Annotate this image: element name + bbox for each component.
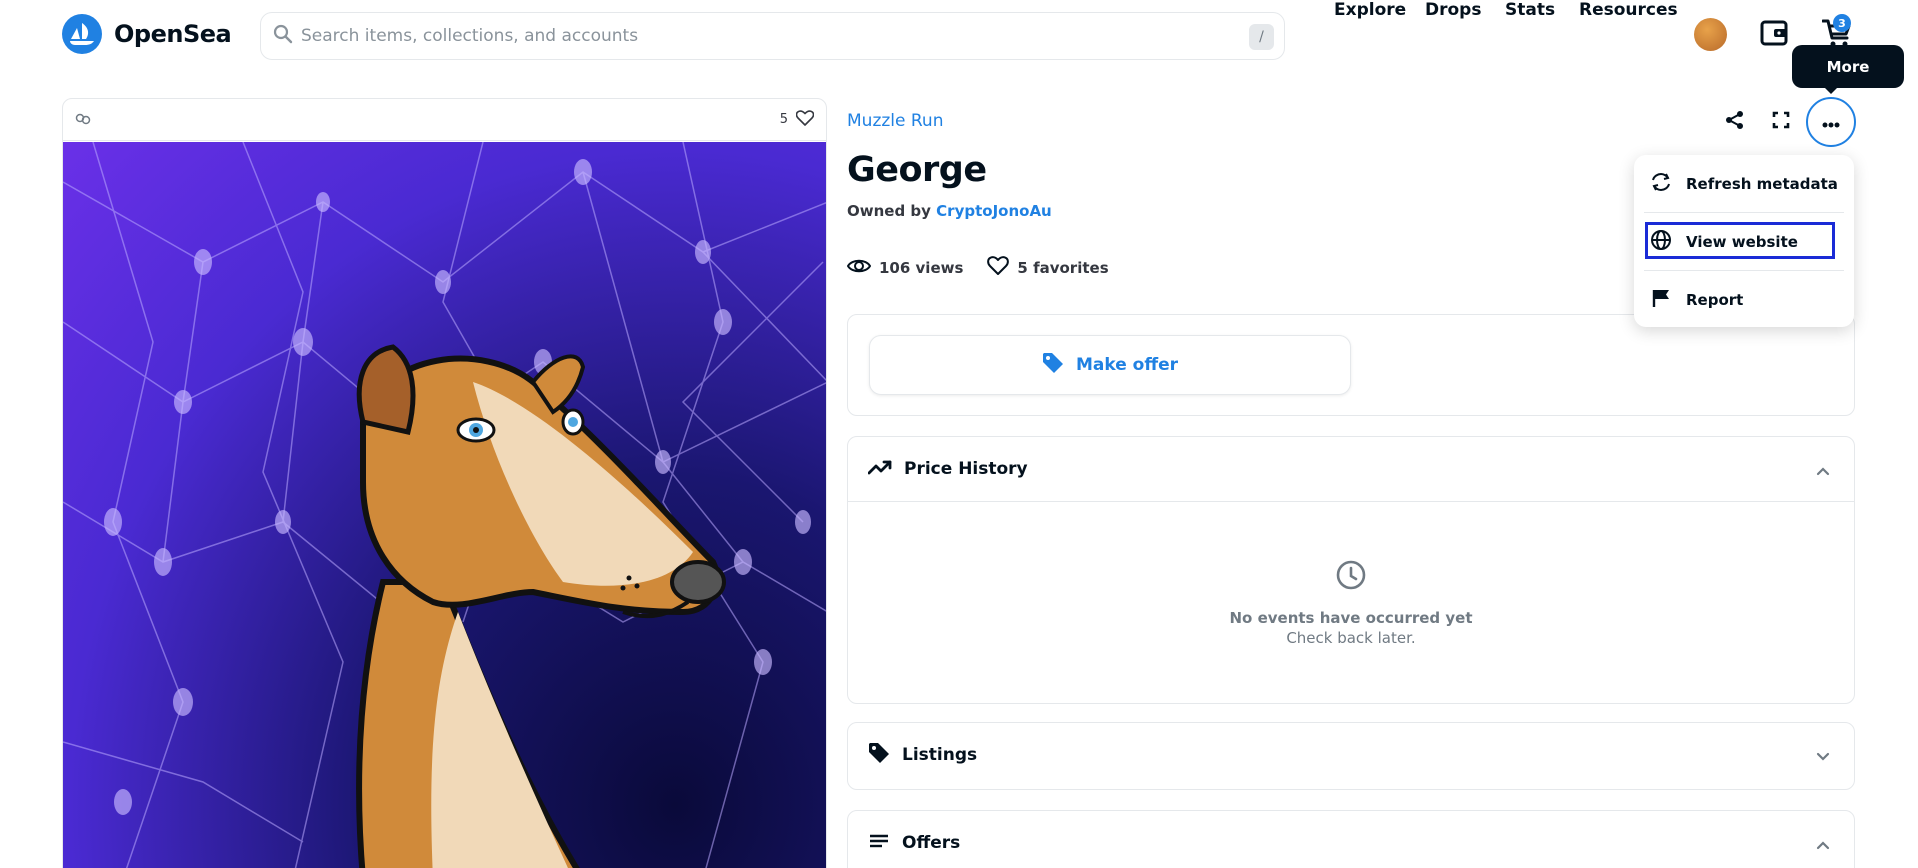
item-title: George [847,150,987,190]
item-image-card: 5 [62,98,827,868]
cart-count-badge: 3 [1833,14,1851,32]
more-options-button[interactable] [1806,97,1856,147]
offers-title: Offers [902,833,961,853]
flag-icon [1650,288,1672,312]
fullscreen-icon [1772,111,1790,133]
fullscreen-button[interactable] [1756,97,1806,147]
views-count: 106 views [879,259,964,277]
make-offer-button[interactable]: Make offer [869,335,1351,395]
chevron-down-icon[interactable] [1816,747,1830,767]
profile-avatar[interactable] [1694,18,1727,51]
price-history-empty: No events have occurred yet Check back l… [848,501,1854,703]
item-stats: 106 views 5 favorites [846,256,1109,280]
nft-artwork-image[interactable] [63,142,826,868]
chain-link-icon [75,110,91,129]
tooltip-arrow [1823,86,1839,94]
nav-drops[interactable]: Drops [1425,0,1481,20]
more-dots-icon [1822,113,1840,132]
nav-explore[interactable]: Explore [1334,0,1406,20]
search-bar[interactable]: / [260,12,1285,60]
brand-name: OpenSea [114,20,232,48]
heart-icon [795,109,815,130]
refresh-icon [1650,172,1672,196]
owned-by-label: Owned by [847,202,931,220]
empty-title: No events have occurred yet [1229,608,1473,627]
nav-stats[interactable]: Stats [1505,0,1555,20]
menu-item-report[interactable]: Report [1634,271,1854,328]
offer-panel: Make offer [847,314,1855,416]
favorites-stat[interactable]: 5 favorites [987,256,1109,280]
favorites-count: 5 favorites [1017,259,1109,277]
listings-title: Listings [902,745,978,765]
listings-section[interactable]: Listings [847,722,1855,790]
price-history-section: Price History No events have occurred ye… [847,436,1855,704]
menu-item-label: Refresh metadata [1686,174,1838,193]
owner-link[interactable]: CryptoJonoAu [936,202,1052,220]
collection-link[interactable]: Muzzle Run [847,111,943,131]
offers-section[interactable]: Offers [847,810,1855,868]
search-input[interactable] [301,26,1284,46]
price-tag-icon [1042,352,1064,379]
nav-resources[interactable]: Resources [1579,0,1678,20]
menu-item-label: Report [1686,290,1744,309]
trending-icon [867,459,892,480]
price-history-title: Price History [904,459,1028,479]
views-stat: 106 views [846,256,964,280]
price-history-header[interactable]: Price History [848,437,1854,501]
chevron-up-icon[interactable] [1816,461,1830,481]
owned-by: Owned by CryptoJonoAu [847,202,1052,220]
menu-item-refresh-metadata[interactable]: Refresh metadata [1634,155,1854,212]
opensea-logo-icon [62,14,102,54]
share-button[interactable] [1710,97,1760,147]
offers-header[interactable]: Offers [848,811,1854,868]
share-icon [1725,110,1745,134]
clock-icon [1335,559,1367,595]
search-icon [273,24,293,48]
search-shortcut-key: / [1249,24,1274,50]
top-navbar: OpenSea / Explore Drops Stats Resources … [0,0,1918,70]
favorite-count: 5 [779,112,788,127]
heart-icon [987,256,1010,280]
opensea-logo[interactable]: OpenSea [62,14,232,54]
make-offer-label: Make offer [1075,355,1179,375]
listings-header[interactable]: Listings [848,723,1854,787]
image-card-header: 5 [63,99,826,141]
chevron-up-icon[interactable] [1816,835,1830,855]
image-favorite[interactable]: 5 [779,109,815,130]
more-tooltip: More [1792,45,1904,88]
wallet-icon[interactable] [1760,19,1790,51]
empty-subtitle: Check back later. [1286,628,1416,647]
price-tag-icon [868,742,890,769]
list-icon [868,833,890,854]
focus-highlight [1645,222,1835,259]
eye-icon [846,257,872,279]
